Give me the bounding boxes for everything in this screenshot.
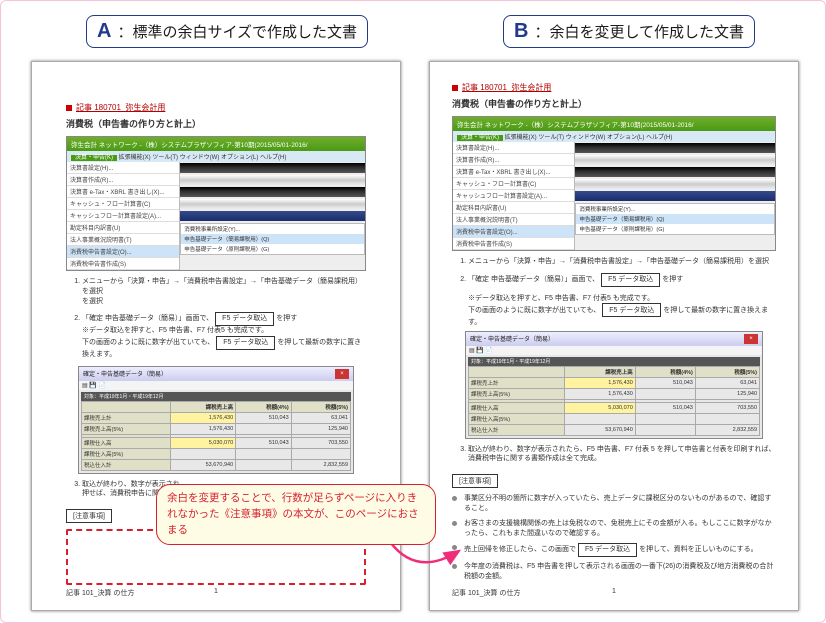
note: ※データ取込を押すと、F5 申告書、F7 付表5 も完成です。 (82, 326, 366, 336)
notice-bullets: 事業区分不明の箇所に数字が入っていたら、売上データに課税区分のないものがあるので… (452, 494, 776, 582)
bullet-2: お客さまの支援機構関係の売上は免税なので、免税売上にその金額が入る。もしここに数… (464, 519, 776, 539)
label-a: A ：標準の余白サイズで作成した文書 (86, 15, 368, 48)
doc-link-a: 記事 180701_弥生会計用 (76, 102, 165, 113)
list-item: キャッシュフロー計算書設定(A)... (67, 210, 179, 222)
win2-title: 確定・申告基礎データ（簡易） (470, 334, 554, 344)
win-menubar: 決算・申告(K) 拡張機能(X) ツール(T) ウィンドウ(W) オプション(L… (67, 151, 365, 162)
right-panel: 消費税事業所設定(Y)... 申告基礎データ（簡易課税用）(Q) 申告基礎データ… (180, 162, 365, 270)
page-number: 1 (612, 588, 616, 595)
list-item: 決算書設定(H)... (67, 162, 179, 174)
notice-heading-b: [注意事項] (452, 474, 498, 488)
bullet-3: 売上回帰を修正したら、この画面でF5 データ取込を押して、資料を正しいものにする… (464, 543, 776, 557)
dropdown-list: 決算書設定(H)... 決算書作成(R)... 決算書 e-Tax・XBRL 書… (67, 162, 180, 270)
bullet-1: 事業区分不明の箇所に数字が入っていたら、売上データに課税区分のないものがあるので… (464, 494, 776, 514)
toolbar: ▤ 💾 📄 (79, 381, 353, 390)
footer-left: 記事 101_決算 の仕方 (452, 590, 520, 597)
doc-title-b: 消費税（申告書の作り方と計上） (452, 97, 776, 110)
step-2: 「確定 申告基礎データ（簡易）」画面で、F5 データ取込を押す ※データ取込を押… (82, 312, 366, 359)
mock-window-data-b: 確定・申告基礎データ（簡易）× ▤ 💾 📄 対象：平成19年1月・平成19年12… (465, 331, 763, 439)
note: ※データ取込を押すと、F5 申告書、F7 付表5 も完成です。 (468, 293, 776, 303)
active-menu: 決算・申告(K) (457, 135, 503, 141)
label-b: B ：余白を変更して作成した文書 (503, 15, 755, 48)
win-title: 弥生会計 ネットワーク -（株）システムプラザソフィア-第10期(2015/05… (67, 137, 365, 151)
list-item: 消費税事業所設定(Y)... (181, 224, 364, 234)
step-3: 取込が終わり、数字が表示されたら、F5 申告書、F7 付表 5 を押して申告書と… (468, 445, 776, 465)
list-item: 申告基礎データ（原則課税用）(G) (181, 244, 364, 254)
data-table: 課税売上高税額(4%)税額(5%) 課税売上計1,576,430510,0436… (81, 401, 351, 471)
f5-button: F5 データ取込 (602, 303, 661, 317)
list-item: 消費税申告書設定(O)... (67, 246, 179, 258)
list-item: 消費税申告書作成(S) (67, 258, 179, 270)
menu-item: ウィンドウ(W) (180, 155, 220, 161)
range-label: 対象：平成19年1月・平成19年12月 (81, 392, 351, 401)
footer-left: 記事 101_決算 の仕方 (66, 590, 134, 597)
label-b-text: ：余白を変更して作成した文書 (534, 21, 744, 42)
footer-b: 記事 101_決算 の仕方 1 (452, 588, 776, 598)
menu-item: 拡張機能(X) (119, 155, 151, 161)
win-title: 弥生会計 ネットワーク -（株）システムプラザソフィア-第10期(2015/05… (453, 117, 775, 131)
close-icon: × (744, 334, 758, 344)
menu-item: ヘルプ(H) (260, 155, 286, 161)
label-a-letter: A (97, 20, 111, 43)
callout-annotation: 余白を変更することで、行数が足らずページに入りきれなかった《注意事項》の本文が、… (156, 484, 436, 545)
list-item: 法人事業概況説明書(T) (67, 234, 179, 246)
red-marker-icon (452, 85, 458, 91)
list-item: 決算書作成(R)... (67, 174, 179, 186)
notice-heading-a: [注意事項] (66, 509, 112, 523)
f5-button: F5 データ取込 (216, 336, 275, 350)
steps-b-3: 取込が終わり、数字が表示されたら、F5 申告書、F7 付表 5 を押して申告書と… (452, 445, 776, 465)
win2-title: 確定・申告基礎データ（簡易） (83, 369, 167, 379)
list-item: キャッシュ・フロー計算書(C) (67, 198, 179, 210)
f5-button: F5 データ取込 (578, 543, 637, 557)
f5-button: F5 データ取込 (215, 312, 274, 326)
bullet-4: 今年度の消費税は、F5 申告書を押して表示される画面の一番下(26)の消費税及び… (464, 562, 776, 582)
page-b: 記事 180701_弥生会計用 消費税（申告書の作り方と計上） 弥生会計 ネット… (429, 61, 799, 611)
step-1: メニューから「決算・申告」→「消費税申告書設定」→「申告基礎データ（簡易課税用）… (468, 257, 776, 267)
mock-window-yayoi-a: 弥生会計 ネットワーク -（株）システムプラザソフィア-第10期(2015/05… (66, 136, 366, 271)
menu-item: ツール(T) (152, 155, 178, 161)
mock-window-data-a: 確定・申告基礎データ（簡易） × ▤ 💾 📄 対象：平成19年1月・平成19年12… (78, 366, 354, 474)
menu-item: オプション(L) (221, 155, 258, 161)
footer-a: 記事 101_決算 の仕方 1 (66, 588, 366, 598)
comparison-figure: A ：標準の余白サイズで作成した文書 B ：余白を変更して作成した文書 記事 1… (0, 0, 826, 623)
label-a-text: ：標準の余白サイズで作成した文書 (117, 21, 357, 42)
steps-a: メニューから「決算・申告」→「消費税申告書設定」→「申告基礎データ（簡易課税用）… (66, 277, 366, 360)
win-menubar: 決算・申告(K) 拡張機能(X) ツール(T) ウィンドウ(W) オプション(L… (453, 131, 775, 142)
f5-button: F5 データ取込 (601, 273, 660, 287)
step-1: メニューから「決算・申告」→「消費税申告書設定」→「申告基礎データ（簡易課税用）… (82, 277, 366, 306)
step-2: 「確定 申告基礎データ（簡易）」画面で、F5 データ取込を押す (468, 273, 776, 287)
data-table: 課税売上高税額(4%)税額(5%) 課税売上計1,576,430510,0436… (468, 366, 760, 436)
active-menu: 決算・申告(K) (71, 155, 117, 161)
label-b-letter: B (514, 20, 528, 43)
mock-window-yayoi-b: 弥生会計 ネットワーク -（株）システムプラザソフィア-第10期(2015/05… (452, 116, 776, 251)
steps-b: メニューから「決算・申告」→「消費税申告書設定」→「申告基礎データ（簡易課税用）… (452, 257, 776, 287)
list-item: 決算書 e-Tax・XBRL 書き出し(X)... (67, 186, 179, 198)
close-icon: × (335, 369, 349, 379)
doc-link-b: 記事 180701_弥生会計用 (462, 82, 551, 93)
page-number: 1 (214, 588, 218, 595)
red-marker-icon (66, 105, 72, 111)
list-item: 申告基礎データ（簡易課税用）(Q) (181, 234, 364, 244)
dropdown-list: 決算書設定(H)...決算書作成(R)...決算書 e-Tax・XBRL 書き出… (453, 142, 575, 250)
list-item: 勘定科目内訳書(U) (67, 222, 179, 234)
doc-title-a: 消費税（申告書の作り方と計上） (66, 117, 366, 130)
